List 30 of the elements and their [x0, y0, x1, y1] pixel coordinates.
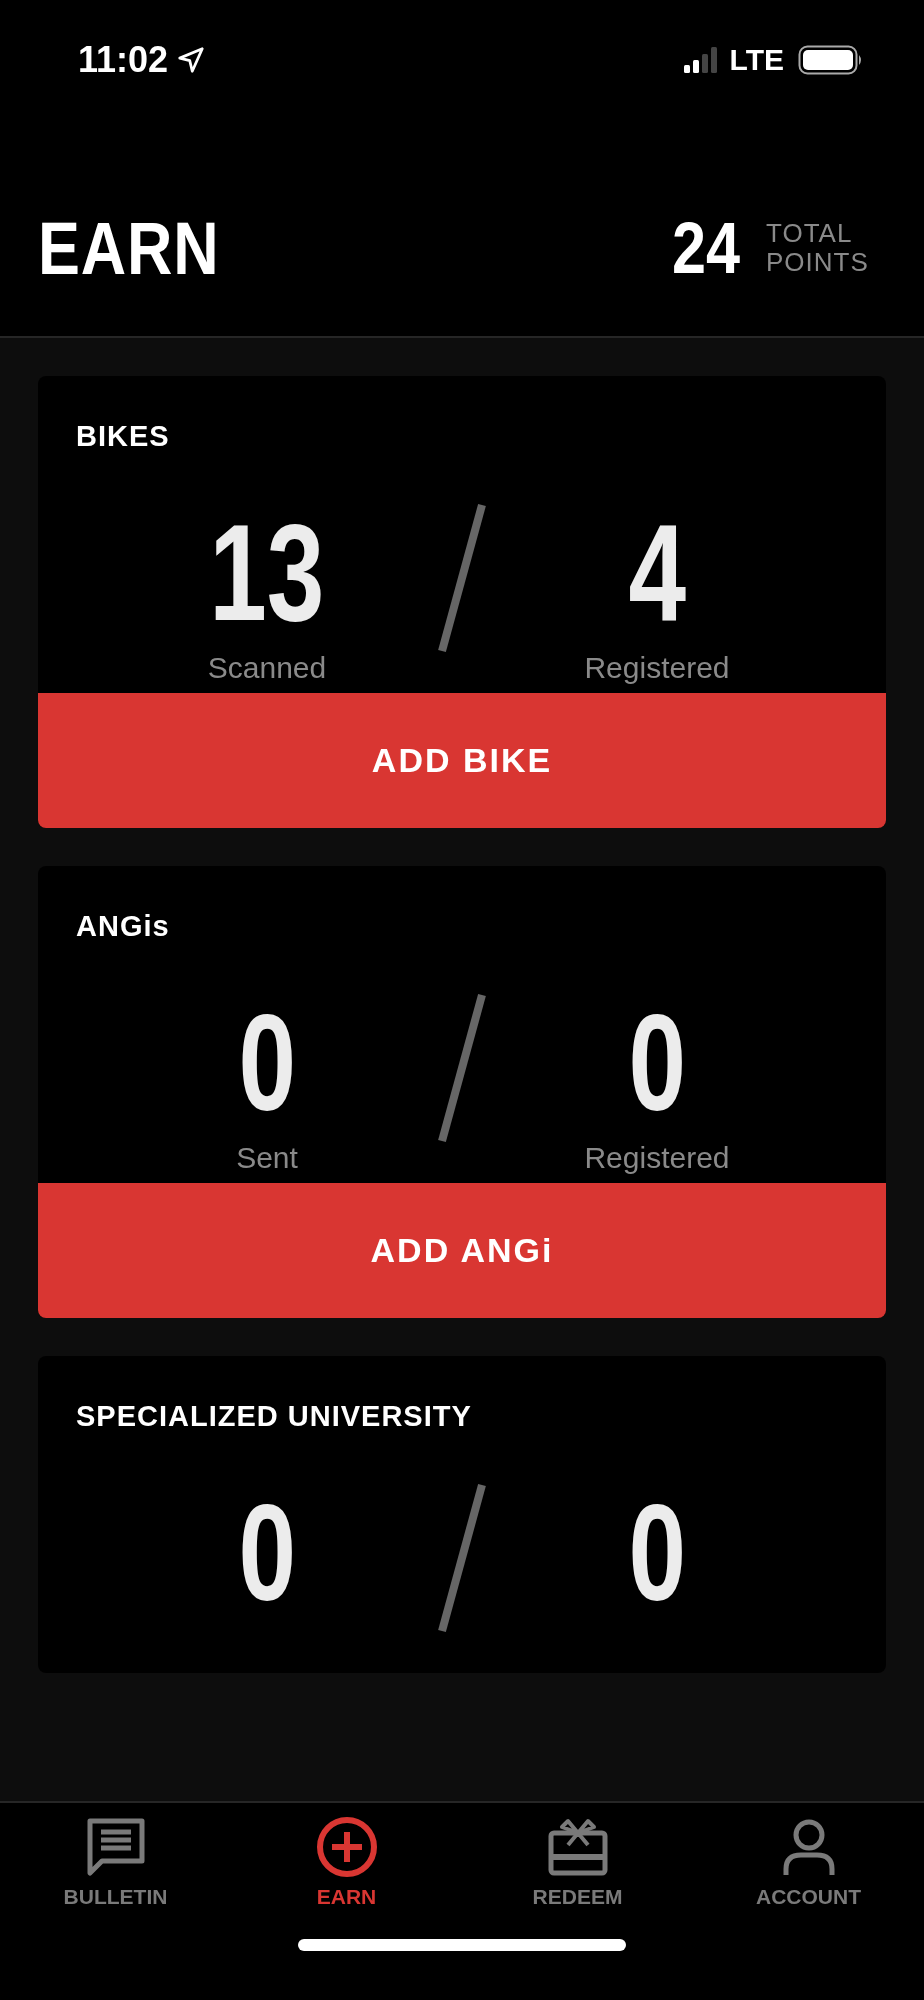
tab-item[interactable]: BULLETIN — [0, 1815, 231, 1909]
stat-value: 4 — [628, 503, 686, 641]
add-button[interactable]: ADD ANGi — [38, 1183, 886, 1318]
card-title: SPECIALIZED UNIVERSITY — [75, 1399, 473, 1433]
stat-value: 0 — [628, 993, 686, 1131]
stat-value: 0 — [628, 1483, 686, 1621]
slash-divider-icon — [437, 503, 487, 653]
slash-divider-icon — [437, 1483, 487, 1633]
battery-icon — [798, 44, 864, 76]
page-title: EARN — [38, 205, 220, 291]
points-label: TOTAL POINTS — [766, 219, 866, 277]
tab-item[interactable]: EARN — [231, 1815, 462, 1909]
status-time: 11:02 — [78, 39, 169, 81]
card-title: BIKES — [75, 419, 171, 453]
stat-value: 0 — [238, 993, 296, 1131]
points-value: 24 — [671, 207, 740, 289]
add-button[interactable]: ADD BIKE — [38, 693, 886, 828]
tab-item[interactable]: ACCOUNT — [693, 1815, 924, 1909]
location-arrow-icon — [176, 45, 207, 75]
plus-circle-icon — [314, 1815, 379, 1879]
stat-label: Registered — [584, 651, 730, 685]
stat-label: Sent — [236, 1141, 298, 1175]
stat-label: Scanned — [207, 651, 327, 685]
stat-label: Registered — [584, 1141, 730, 1175]
network-label: LTE — [729, 43, 784, 77]
stat-value: 13 — [209, 503, 325, 641]
slash-divider-icon — [437, 993, 487, 1143]
tab-item[interactable]: REDEEM — [462, 1815, 693, 1909]
stat-value: 0 — [238, 1483, 296, 1621]
card-title: ANGis — [75, 909, 171, 943]
